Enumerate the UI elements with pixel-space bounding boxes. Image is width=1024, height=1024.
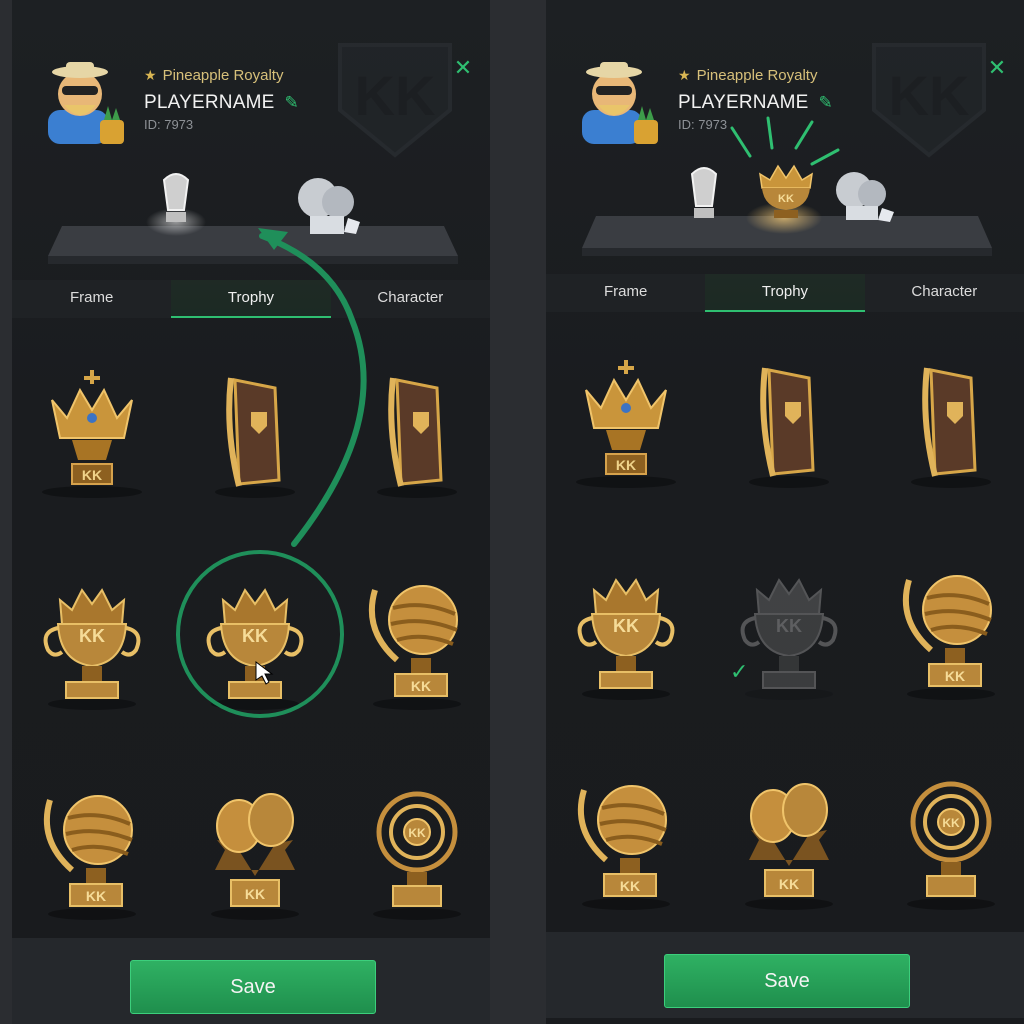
svg-text:KK: KK: [82, 467, 102, 483]
checkmark-icon: ✓: [730, 660, 749, 685]
trophy-cell-banner-1[interactable]: [180, 350, 330, 520]
tab-character[interactable]: Character: [865, 274, 1024, 312]
rings-trophy-icon: KK: [907, 781, 995, 910]
trophy-shelf: [48, 173, 458, 264]
banner-shield-trophy-icon: [749, 367, 829, 488]
tab-trophy[interactable]: Trophy: [171, 280, 331, 318]
svg-text:KK: KK: [776, 616, 802, 636]
shelf-slot-3-trophy-icon: [836, 172, 894, 222]
trophy-shelf: KK: [582, 116, 992, 256]
kk-cup-trophy-icon: KK: [577, 578, 675, 700]
rank-title-text: Pineapple Royalty: [162, 67, 284, 84]
shelf-slot-3-trophy-icon: [298, 178, 360, 234]
trophy-cell-sphere-1[interactable]: KK: [342, 560, 490, 730]
banner-shield-trophy-icon: [911, 367, 991, 488]
banner-shield-trophy-icon: [215, 377, 295, 498]
trophy-grid: KK: [546, 320, 1024, 920]
trophy-cell-sphere-1[interactable]: KK: [876, 550, 1024, 720]
trophy-cell-kk-cup-2-selected[interactable]: KK: [180, 560, 330, 730]
kk-cup-trophy-icon: KK: [206, 588, 304, 710]
save-button[interactable]: Save: [664, 954, 910, 1008]
tab-frame[interactable]: Frame: [12, 280, 171, 318]
sparkle-lines-icon: [730, 116, 840, 166]
svg-text:KK: KK: [408, 826, 426, 840]
close-icon[interactable]: ✕: [452, 58, 474, 80]
shelf-slot-1-trophy-icon: [162, 173, 190, 222]
star-icon: ★: [144, 67, 157, 84]
tab-frame[interactable]: Frame: [546, 274, 705, 312]
close-icon[interactable]: ✕: [986, 58, 1008, 80]
banner-shield-trophy-icon: [377, 377, 457, 498]
player-name-text: PLAYERNAME: [144, 92, 275, 113]
star-icon: ★: [678, 67, 691, 84]
trophy-cell-banner-2[interactable]: [342, 350, 490, 520]
kk-cup-trophy-icon: KK: [43, 588, 141, 710]
svg-text:KK: KK: [411, 678, 431, 694]
tab-trophy[interactable]: Trophy: [705, 274, 865, 312]
trophy-screen-before: KK ✕ ★ Pineapple Royalty PLAYERNAME ✎ ID…: [12, 0, 490, 1024]
trophy-cell-boxing[interactable]: KK: [180, 770, 330, 940]
player-id: ID: 7973: [144, 117, 194, 132]
rings-trophy-icon: KK: [373, 791, 461, 920]
sphere-trophy-icon: KK: [368, 585, 461, 710]
player-name: PLAYERNAME ✎: [144, 92, 299, 114]
svg-text:KK: KK: [616, 457, 636, 473]
boxing-gloves-trophy-icon: KK: [745, 783, 833, 910]
svg-text:KK: KK: [86, 888, 106, 904]
tab-bar: Frame Trophy Character: [546, 274, 1024, 312]
svg-text:KK: KK: [613, 616, 639, 636]
trophy-cell-boxing[interactable]: KK: [714, 760, 864, 930]
svg-text:KK: KK: [942, 816, 960, 830]
tab-character[interactable]: Character: [331, 280, 490, 318]
trophy-cell-crown[interactable]: KK: [551, 340, 701, 510]
footer: Save: [546, 932, 1024, 1018]
trophy-cell-rings[interactable]: KK: [342, 770, 490, 940]
crown-trophy-icon: KK: [42, 370, 142, 498]
crown-trophy-icon: KK: [576, 360, 676, 488]
trophy-cell-kk-cup-1[interactable]: KK: [17, 560, 167, 730]
svg-text:KK: KK: [355, 64, 436, 127]
svg-text:KK: KK: [778, 193, 794, 205]
svg-text:KK: KK: [779, 876, 799, 892]
trophy-screen-after: KK ✕ ★ Pineapple Royalty PLAYERNAME ✎ ID…: [546, 0, 1024, 1024]
sphere-trophy-icon: KK: [902, 575, 995, 700]
trophy-cell-kk-cup-1[interactable]: KK: [551, 550, 701, 720]
trophy-cell-rings[interactable]: KK: [876, 760, 1024, 930]
trophy-cell-crown[interactable]: KK: [17, 350, 167, 520]
svg-text:KK: KK: [79, 626, 105, 646]
avatar: [48, 62, 124, 144]
trophy-cell-banner-2[interactable]: [876, 340, 1024, 510]
trophy-cell-kk-cup-2-equipped[interactable]: KK ✓: [714, 550, 864, 720]
sphere-trophy-icon: KK: [577, 785, 670, 910]
save-button[interactable]: Save: [130, 960, 376, 1014]
svg-text:KK: KK: [242, 626, 268, 646]
trophy-cell-banner-1[interactable]: [714, 340, 864, 510]
kk-shield-logo-icon: KK: [338, 43, 452, 158]
sphere-trophy-icon: KK: [43, 795, 136, 920]
svg-text:KK: KK: [945, 668, 965, 684]
tab-bar: Frame Trophy Character: [12, 280, 490, 318]
rank-title-text: Pineapple Royalty: [696, 67, 818, 84]
edit-pencil-icon[interactable]: ✎: [284, 93, 298, 113]
svg-text:KK: KK: [620, 878, 640, 894]
trophy-cell-sphere-2[interactable]: KK: [17, 770, 167, 940]
shelf-slot-1-trophy-icon: [690, 167, 718, 218]
rank-title: ★ Pineapple Royalty: [678, 67, 817, 84]
footer: Save: [12, 938, 490, 1024]
svg-text:KK: KK: [245, 886, 265, 902]
rank-title: ★ Pineapple Royalty: [144, 67, 283, 84]
trophy-cell-sphere-2[interactable]: KK: [551, 760, 701, 930]
boxing-gloves-trophy-icon: KK: [211, 793, 299, 920]
trophy-grid: KK: [12, 330, 490, 930]
